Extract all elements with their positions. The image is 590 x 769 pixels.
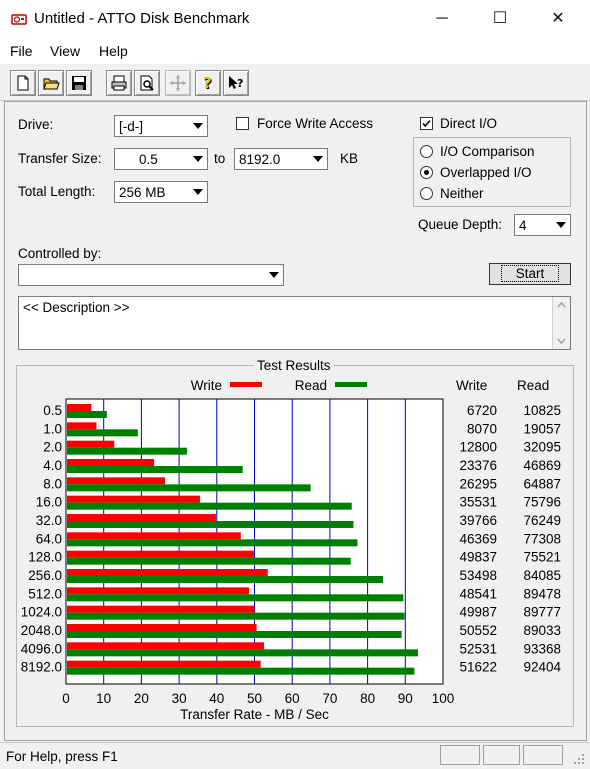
write-value: 23376	[459, 458, 497, 473]
read-bar	[67, 502, 352, 510]
write-value: 39766	[459, 513, 497, 528]
status-pane-1	[440, 745, 480, 765]
y-category-label: 64.0	[36, 531, 62, 546]
status-text: For Help, press F1	[6, 749, 118, 764]
write-value: 6720	[467, 403, 497, 418]
x-tick-label: 50	[247, 691, 262, 706]
legend-read-swatch	[335, 382, 367, 387]
write-bar	[67, 440, 115, 448]
read-bar	[67, 447, 187, 455]
read-column-header: Read	[517, 378, 549, 393]
y-category-label: 512.0	[28, 586, 62, 601]
read-bar	[67, 521, 354, 528]
write-value: 51622	[459, 660, 497, 675]
y-category-label: 32.0	[36, 513, 62, 528]
write-bar	[67, 532, 241, 540]
write-value: 53498	[459, 568, 497, 583]
resize-grip-icon[interactable]	[572, 752, 586, 769]
x-tick-label: 20	[134, 691, 149, 706]
x-tick-label: 30	[172, 691, 187, 706]
write-bar	[67, 404, 92, 411]
write-bar	[67, 550, 254, 558]
write-bar	[67, 477, 166, 485]
y-category-label: 256.0	[28, 568, 62, 583]
read-value: 32095	[523, 440, 561, 455]
write-value: 48541	[459, 586, 497, 601]
write-value: 46369	[459, 531, 497, 546]
read-bar	[67, 631, 402, 638]
read-value: 89777	[523, 605, 561, 620]
read-bar	[67, 484, 311, 492]
legend-write-swatch	[230, 382, 262, 387]
write-value: 52531	[459, 641, 497, 656]
legend-read-label: Read	[295, 378, 327, 393]
write-bar	[67, 605, 255, 613]
read-value: 89478	[523, 586, 561, 601]
x-axis-label: Transfer Rate - MB / Sec	[180, 707, 329, 722]
x-tick-label: 10	[96, 691, 111, 706]
read-value: 64887	[523, 476, 561, 491]
read-value: 89033	[523, 623, 561, 638]
write-value: 49837	[459, 550, 497, 565]
read-bar	[67, 539, 358, 547]
y-category-label: 0.5	[43, 403, 62, 418]
read-value: 76249	[523, 513, 561, 528]
write-value: 50552	[459, 623, 497, 638]
read-bar	[67, 594, 404, 602]
y-category-label: 128.0	[28, 550, 62, 565]
write-bar	[67, 495, 200, 503]
y-category-label: 2048.0	[21, 623, 62, 638]
y-category-label: 4.0	[43, 458, 62, 473]
status-pane-3	[523, 745, 563, 765]
x-tick-label: 70	[322, 691, 337, 706]
x-tick-label: 80	[360, 691, 375, 706]
write-bar	[67, 422, 97, 430]
read-bar	[67, 429, 138, 437]
read-bar	[67, 612, 405, 620]
read-bar	[67, 667, 415, 675]
x-tick-label: 40	[209, 691, 224, 706]
legend-write-label: Write	[191, 378, 222, 393]
write-value: 49987	[459, 605, 497, 620]
read-value: 75796	[523, 495, 561, 510]
write-bar	[67, 459, 155, 466]
read-bar	[67, 649, 418, 657]
write-bar	[67, 660, 261, 668]
write-column-header: Write	[456, 378, 487, 393]
read-bar	[67, 576, 384, 583]
y-category-label: 16.0	[36, 495, 62, 510]
write-bar	[67, 514, 216, 521]
write-bar	[67, 587, 249, 595]
write-value: 26295	[459, 476, 497, 491]
read-value: 46869	[523, 458, 561, 473]
x-tick-label: 100	[432, 691, 455, 706]
read-value: 93368	[523, 641, 561, 656]
read-bar	[67, 411, 107, 418]
y-category-label: 8.0	[43, 476, 62, 491]
read-value: 92404	[523, 660, 561, 675]
read-bar	[67, 557, 351, 565]
read-value: 19057	[523, 421, 561, 436]
write-value: 12800	[459, 440, 497, 455]
x-tick-label: 60	[285, 691, 300, 706]
x-tick-label: 90	[398, 691, 413, 706]
write-bar	[67, 642, 265, 650]
y-category-label: 1.0	[43, 421, 62, 436]
read-value: 77308	[523, 531, 561, 546]
write-bar	[67, 569, 268, 576]
read-bar	[67, 466, 243, 473]
write-value: 8070	[467, 421, 497, 436]
read-value: 10825	[523, 403, 561, 418]
status-pane-2	[483, 745, 520, 765]
write-value: 35531	[459, 495, 497, 510]
y-category-label: 4096.0	[21, 641, 62, 656]
results-chart: 0 10 20 30 40 50 60 70 80 90 100 Transfer Rate - MB…	[21, 378, 562, 722]
read-value: 75521	[523, 550, 561, 565]
x-tick-label: 0	[62, 691, 70, 706]
y-category-label: 8192.0	[21, 660, 62, 675]
read-value: 84085	[523, 568, 561, 583]
y-category-label: 2.0	[43, 440, 62, 455]
y-category-label: 1024.0	[21, 605, 62, 620]
write-bar	[67, 624, 257, 631]
